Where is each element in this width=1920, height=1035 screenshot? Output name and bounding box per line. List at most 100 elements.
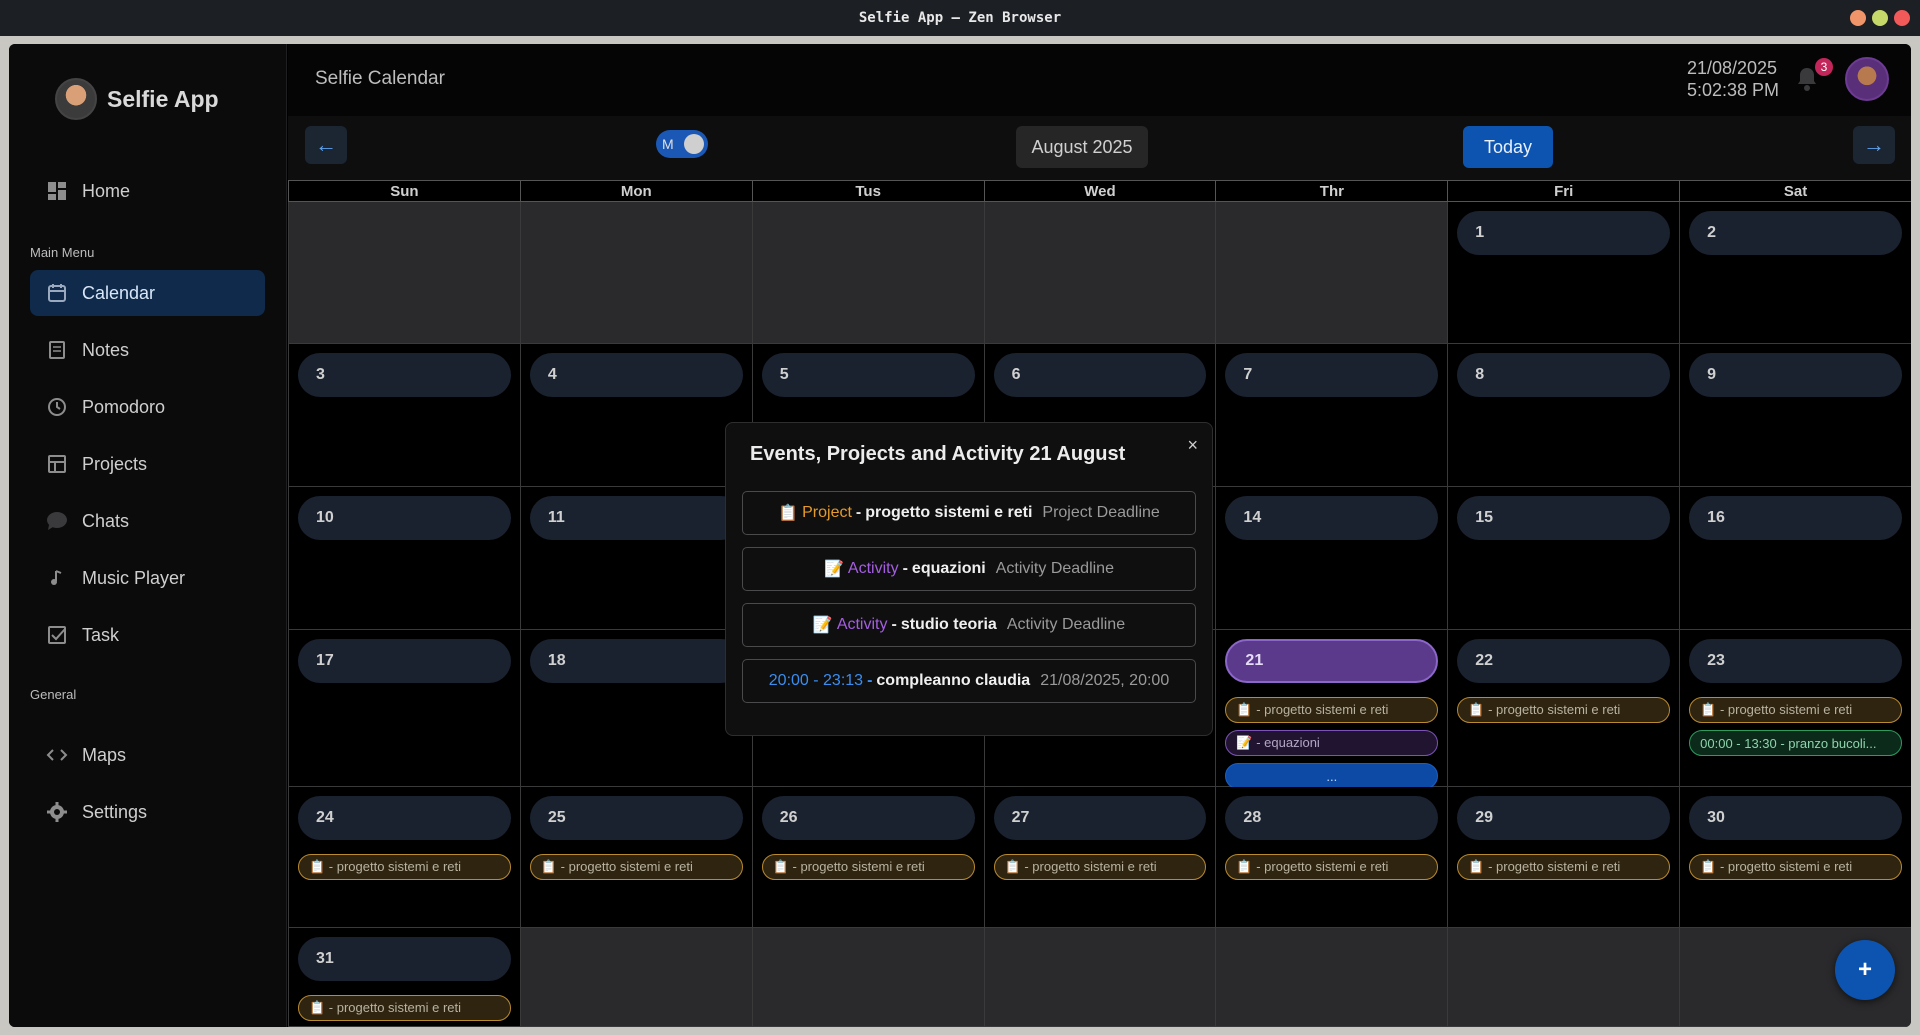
day-number[interactable]: 16 bbox=[1689, 496, 1902, 540]
avatar[interactable] bbox=[1845, 57, 1889, 101]
calendar-icon bbox=[46, 282, 68, 304]
day-number[interactable]: 31 bbox=[298, 937, 511, 981]
day-number[interactable]: 28 bbox=[1225, 796, 1439, 840]
day-cell[interactable]: 31 📋 - progetto sistemi e reti bbox=[288, 928, 520, 1027]
project-chip[interactable]: 📋 - progetto sistemi e reti bbox=[1457, 854, 1671, 880]
day-number[interactable]: 5 bbox=[761, 353, 975, 397]
day-number[interactable]: 23 bbox=[1689, 639, 1902, 683]
close-icon[interactable]: × bbox=[1187, 435, 1198, 456]
notes-icon bbox=[46, 339, 68, 361]
project-chip[interactable]: 📋 - progetto sistemi e reti bbox=[1689, 854, 1902, 880]
day-cell[interactable]: 24 📋 - progetto sistemi e reti bbox=[288, 787, 520, 928]
project-chip[interactable]: 📋 - progetto sistemi e reti bbox=[298, 995, 511, 1021]
day-cell[interactable]: 28 📋 - progetto sistemi e reti bbox=[1215, 787, 1448, 928]
day-number[interactable]: 10 bbox=[298, 496, 511, 540]
day-cell[interactable]: 14 bbox=[1215, 487, 1448, 630]
day-number[interactable]: 14 bbox=[1225, 496, 1439, 540]
sidebar-item-chats[interactable]: Chats bbox=[30, 498, 265, 544]
day-number[interactable]: 4 bbox=[529, 353, 743, 397]
sidebar-item-task[interactable]: Task bbox=[30, 612, 265, 658]
day-number[interactable]: 6 bbox=[993, 353, 1207, 397]
day-number[interactable]: 11 bbox=[529, 496, 743, 540]
day-cell[interactable]: 27 📋 - progetto sistemi e reti bbox=[983, 787, 1216, 928]
event-chip[interactable]: 00:00 - 13:30 - pranzo bucoli... bbox=[1689, 730, 1902, 756]
day-cell[interactable]: 17 bbox=[288, 630, 520, 787]
day-number[interactable]: 24 bbox=[298, 796, 511, 840]
next-month-button[interactable]: → bbox=[1853, 126, 1895, 164]
day-number[interactable]: 29 bbox=[1457, 796, 1671, 840]
toggle-label: M bbox=[662, 136, 674, 152]
project-chip[interactable]: 📋 - progetto sistemi e reti bbox=[1457, 697, 1671, 723]
day-number[interactable]: 9 bbox=[1689, 353, 1902, 397]
day-cell[interactable]: 21 📋 - progetto sistemi e reti 📝 - equazio… bbox=[1215, 630, 1448, 789]
minimize-button[interactable] bbox=[1850, 10, 1866, 26]
project-chip[interactable]: 📋 - progetto sistemi e reti bbox=[529, 854, 743, 880]
day-number[interactable]: 22 bbox=[1457, 639, 1671, 683]
sidebar-item-notes[interactable]: Notes bbox=[30, 327, 265, 373]
more-events-button[interactable]: ... bbox=[1225, 763, 1439, 789]
modal-entry[interactable]: 📝 Activity - studio teoria Activity Deadli… bbox=[742, 603, 1196, 647]
day-number[interactable]: 25 bbox=[529, 796, 743, 840]
prev-month-button[interactable]: ← bbox=[305, 126, 347, 164]
day-cell[interactable]: 8 bbox=[1447, 344, 1680, 487]
day-number[interactable]: 3 bbox=[298, 353, 511, 397]
project-chip[interactable]: 📋 - progetto sistemi e reti bbox=[761, 854, 975, 880]
entry-separator: - bbox=[902, 560, 908, 577]
day-number[interactable]: 18 bbox=[529, 639, 743, 683]
day-cell[interactable]: 11 bbox=[519, 487, 752, 630]
day-cell[interactable]: 1 bbox=[1447, 202, 1680, 344]
day-cell[interactable]: 18 bbox=[519, 630, 752, 787]
day-cell[interactable]: 23 📋 - progetto sistemi e reti 00:00 - 13:… bbox=[1679, 630, 1911, 787]
modal-entry[interactable]: 📋 Project - progetto sistemi e reti Projec… bbox=[742, 491, 1196, 535]
day-cell[interactable]: 30 📋 - progetto sistemi e reti bbox=[1679, 787, 1911, 928]
sidebar-item-projects[interactable]: Projects bbox=[30, 441, 265, 487]
empty-day-cell bbox=[519, 202, 752, 344]
day-number[interactable]: 7 bbox=[1225, 353, 1439, 397]
today-day-number[interactable]: 21 bbox=[1225, 639, 1439, 683]
sidebar-item-maps[interactable]: Maps bbox=[30, 732, 265, 778]
day-number[interactable]: 27 bbox=[993, 796, 1207, 840]
brand[interactable]: Selfie App bbox=[55, 78, 219, 120]
day-number[interactable]: 26 bbox=[761, 796, 975, 840]
day-cell[interactable]: 15 bbox=[1447, 487, 1680, 630]
day-cell[interactable]: 7 bbox=[1215, 344, 1448, 487]
day-number[interactable]: 30 bbox=[1689, 796, 1902, 840]
maximize-button[interactable] bbox=[1872, 10, 1888, 26]
entry-name: progetto sistemi e reti bbox=[865, 504, 1033, 521]
day-cell[interactable]: 9 bbox=[1679, 344, 1911, 487]
day-cell[interactable]: 29 📋 - progetto sistemi e reti bbox=[1447, 787, 1680, 928]
sidebar-item-home[interactable]: Home bbox=[30, 168, 265, 214]
day-number[interactable]: 8 bbox=[1457, 353, 1671, 397]
day-number[interactable]: 1 bbox=[1457, 211, 1671, 255]
sidebar-item-calendar[interactable]: Calendar bbox=[30, 270, 265, 316]
activity-chip[interactable]: 📝 - equazioni bbox=[1225, 730, 1439, 756]
day-number[interactable]: 15 bbox=[1457, 496, 1671, 540]
day-cell[interactable]: 2 bbox=[1679, 202, 1911, 344]
modal-entry[interactable]: 📝 Activity - equazioni Activity Deadline bbox=[742, 547, 1196, 591]
empty-day-cell bbox=[751, 202, 984, 344]
sidebar-item-settings[interactable]: Settings bbox=[30, 789, 265, 835]
close-window-button[interactable] bbox=[1894, 10, 1910, 26]
entry-subtitle: 21/08/2025, 20:00 bbox=[1040, 672, 1170, 689]
modal-entry[interactable]: 20:00 - 23:13 - compleanno claudia 21/08/… bbox=[742, 659, 1196, 703]
project-chip[interactable]: 📋 - progetto sistemi e reti bbox=[1689, 697, 1902, 723]
project-chip[interactable]: 📋 - progetto sistemi e reti bbox=[1225, 854, 1439, 880]
sidebar-item-music-player[interactable]: Music Player bbox=[30, 555, 265, 601]
day-cell[interactable]: 25 📋 - progetto sistemi e reti bbox=[519, 787, 752, 928]
day-cell[interactable]: 4 bbox=[519, 344, 752, 487]
sidebar-item-pomodoro[interactable]: Pomodoro bbox=[30, 384, 265, 430]
project-chip[interactable]: 📋 - progetto sistemi e reti bbox=[1225, 697, 1439, 723]
day-number[interactable]: 17 bbox=[298, 639, 511, 683]
project-chip[interactable]: 📋 - progetto sistemi e reti bbox=[298, 854, 511, 880]
view-toggle[interactable]: M bbox=[656, 130, 708, 158]
project-chip[interactable]: 📋 - progetto sistemi e reti bbox=[993, 854, 1207, 880]
today-button[interactable]: Today bbox=[1463, 126, 1553, 168]
day-cell[interactable]: 3 bbox=[288, 344, 520, 487]
day-cell[interactable]: 26 📋 - progetto sistemi e reti bbox=[751, 787, 984, 928]
day-cell[interactable]: 10 bbox=[288, 487, 520, 630]
day-cell[interactable]: 16 bbox=[1679, 487, 1911, 630]
day-cell[interactable]: 22 📋 - progetto sistemi e reti bbox=[1447, 630, 1680, 787]
entry-subtitle: Activity Deadline bbox=[995, 560, 1114, 577]
day-number[interactable]: 2 bbox=[1689, 211, 1902, 255]
add-button[interactable]: + bbox=[1835, 940, 1895, 1000]
